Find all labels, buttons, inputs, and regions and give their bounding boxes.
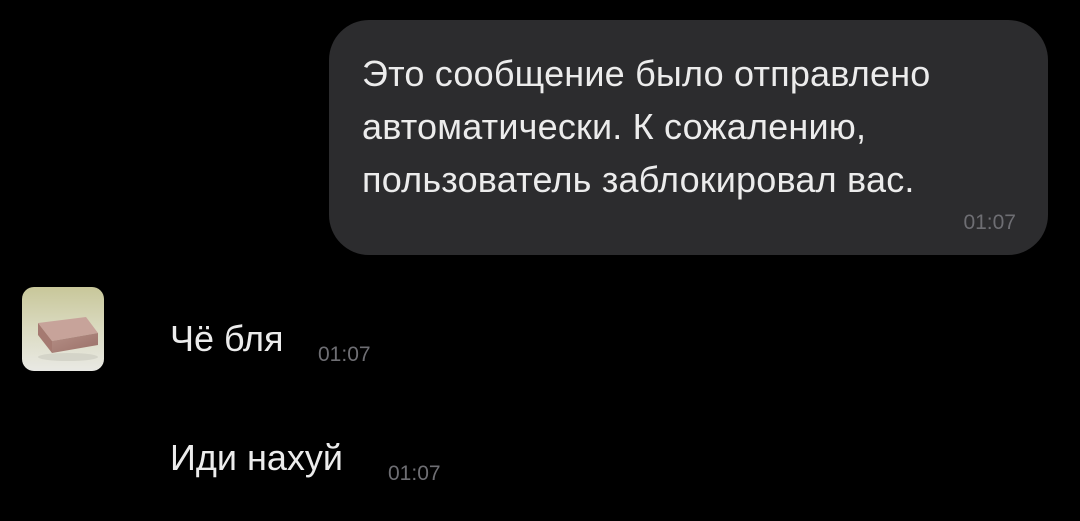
outgoing-message-line: пользователь заблокировал вас. (362, 159, 915, 200)
outgoing-message-line: автоматически. К сожалению, (362, 106, 867, 147)
incoming-message-text[interactable]: Чё бля (170, 318, 284, 360)
outgoing-message-time: 01:07 (963, 211, 1016, 234)
incoming-message-time: 01:07 (318, 343, 371, 366)
outgoing-message-line: Это сообщение было отправлено (362, 53, 931, 94)
avatar-image (22, 287, 104, 371)
outgoing-message-text: Это сообщение было отправлено автоматиче… (362, 47, 931, 206)
incoming-message-text[interactable]: Иди нахуй (170, 437, 343, 479)
sender-avatar[interactable] (22, 287, 104, 371)
chat-screen: Это сообщение было отправлено автоматиче… (0, 0, 1080, 521)
outgoing-message-bubble[interactable]: Это сообщение было отправлено автоматиче… (329, 20, 1048, 255)
incoming-message-time: 01:07 (388, 462, 441, 485)
